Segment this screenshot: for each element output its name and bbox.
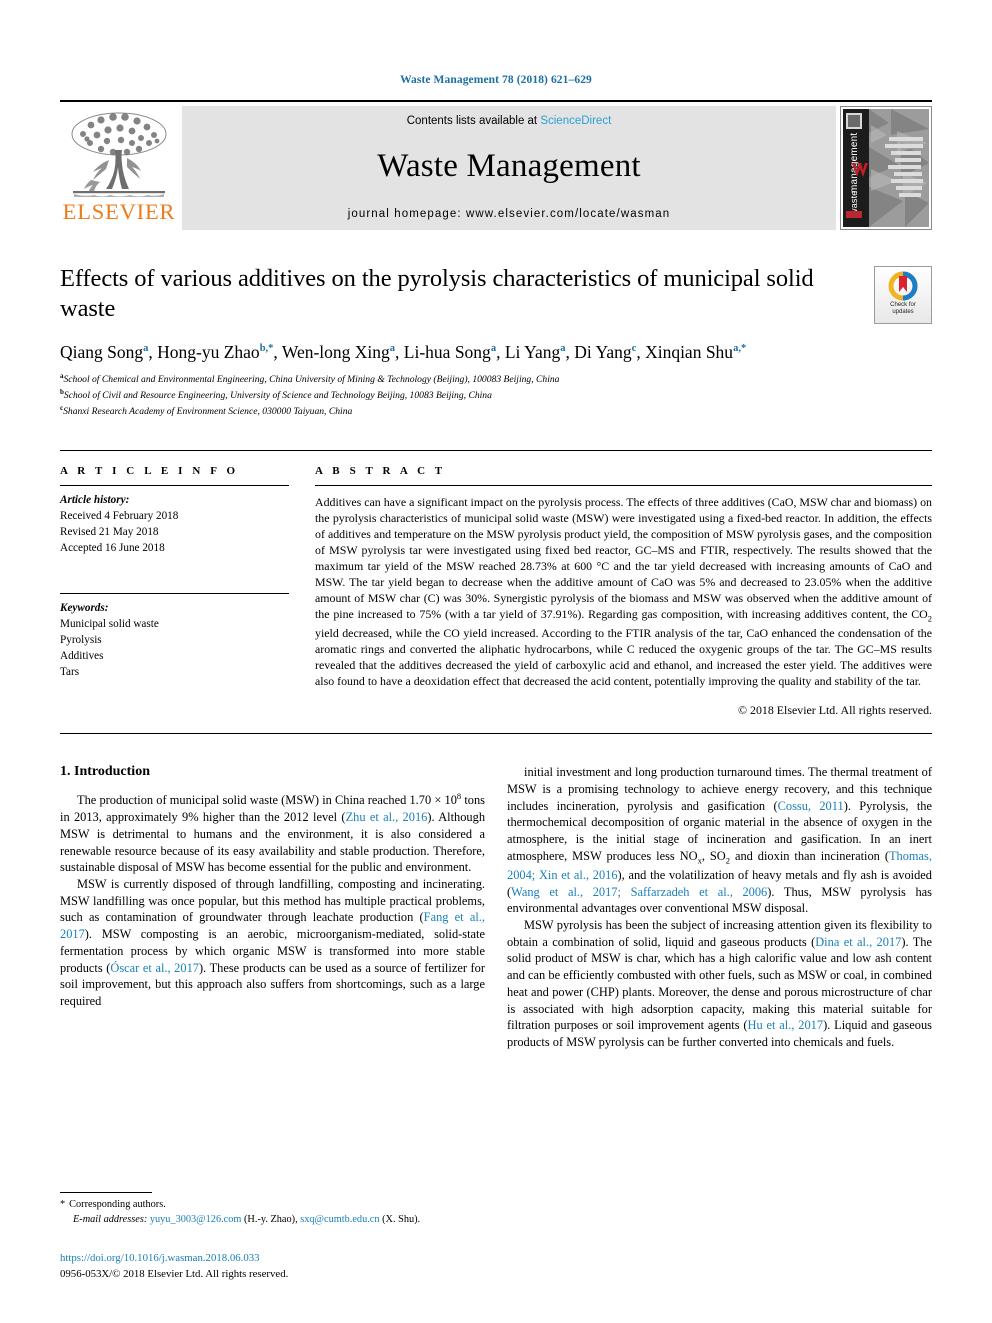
author-affiliation-marker: a <box>490 343 497 355</box>
citation-link[interactable]: Óscar et al., 2017 <box>110 961 199 975</box>
abstract-heading: A B S T R A C T <box>315 465 446 478</box>
issn-copyright-line: 0956-053X/© 2018 Elsevier Ltd. All right… <box>60 1267 289 1280</box>
journal-title: Waste Management <box>377 148 641 184</box>
citation-link[interactable]: Fang et al., 2017 <box>60 910 485 941</box>
email-addresses-note: E-mail addresses: yuyu_3003@126.com (H.-… <box>73 1213 421 1225</box>
crossmark-label: Check for updates <box>890 302 916 316</box>
paper-page: Waste Management 78 (2018) 621–629 ELSEV… <box>0 0 992 1323</box>
footnote-rule <box>60 1192 152 1193</box>
author-name: Di Yang <box>574 342 632 363</box>
elsevier-tree-icon <box>71 112 167 197</box>
affiliation-text: School of Chemical and Environmental Eng… <box>63 374 560 386</box>
article-info-column: A R T I C L E I N F O Article history: R… <box>60 465 315 718</box>
doi-block: https://doi.org/10.1016/j.wasman.2018.06… <box>60 1251 288 1282</box>
footnote-area: * Corresponding authors. E-mail addresses… <box>60 1192 492 1227</box>
author-name: Qiang Song <box>60 342 144 363</box>
paragraph: MSW pyrolysis has been the subject of in… <box>507 918 932 1050</box>
email-owner-2: (X. Shu). <box>382 1213 421 1225</box>
author-name: Hong-yu Zhao <box>157 342 260 363</box>
keywords-block: Keywords: Municipal solid waste Pyrolysi… <box>60 594 289 681</box>
corresponding-text: Corresponding authors. <box>69 1199 166 1210</box>
history-item: Accepted 16 June 2018 <box>60 542 165 555</box>
title-area: Effects of various additives on the pyro… <box>60 264 932 324</box>
journal-masthead: ELSEVIER Contents lists available at Sci… <box>60 100 932 230</box>
author-affiliation-marker: a,* <box>733 343 747 355</box>
sciencedirect-link[interactable]: ScienceDirect <box>540 115 611 127</box>
keywords-label: Keywords: <box>60 602 109 615</box>
body-column-right: initial investment and long production t… <box>507 764 932 1051</box>
affiliation-line: bSchool of Civil and Resource Engineerin… <box>60 387 932 403</box>
elsevier-wordmark: ELSEVIER <box>62 199 176 224</box>
history-item: Received 4 February 2018 <box>60 510 179 523</box>
author-affiliation-marker: a <box>389 343 396 355</box>
affiliation-list: aSchool of Chemical and Environmental En… <box>60 371 932 419</box>
affiliation-line: cShanxi Research Academy of Environment … <box>60 403 932 419</box>
keyword-item: Municipal solid waste <box>60 617 159 630</box>
author-affiliation-marker: b,* <box>259 343 274 355</box>
email-label: E-mail addresses: <box>73 1213 148 1225</box>
contents-prefix: Contents lists available at <box>406 115 541 127</box>
article-info-heading: A R T I C L E I N F O <box>60 465 239 478</box>
history-item: Revised 21 May 2018 <box>60 526 159 539</box>
crossmark-line2: updates <box>892 309 914 316</box>
running-head: Waste Management 78 (2018) 621–629 <box>400 74 592 86</box>
affiliation-line: aSchool of Chemical and Environmental En… <box>60 371 932 387</box>
author-name: Wen-long Xing <box>281 342 390 363</box>
email-owner-1: (H.-y. Zhao) <box>244 1213 296 1225</box>
journal-homepage-link[interactable]: journal homepage: www.elsevier.com/locat… <box>348 208 671 220</box>
crossmark-icon <box>888 271 918 301</box>
cover-art: waste management <box>841 107 931 229</box>
author-affiliation-marker: a <box>560 343 566 355</box>
citation-link[interactable]: Dina et al., 2017 <box>815 935 901 949</box>
paragraph: initial investment and long production t… <box>507 765 933 916</box>
author-affiliation-marker: a <box>143 343 149 355</box>
crossmark-badge[interactable]: Check for updates <box>874 266 932 324</box>
journal-cover-thumbnail: waste management <box>840 106 932 230</box>
author-affiliation-marker: c <box>631 343 637 355</box>
article-history: Article history: Received 4 February 201… <box>60 486 289 557</box>
author-name: Li-hua Song <box>403 342 491 363</box>
body-column-left: 1. Introduction The production of munici… <box>60 764 485 1051</box>
corresponding-authors-note: * Corresponding authors. <box>60 1198 492 1213</box>
article-history-label: Article history: <box>60 494 130 507</box>
author-name: Xinqian Shu <box>645 342 734 363</box>
body-columns: 1. Introduction The production of munici… <box>60 764 932 1051</box>
page-title: Effects of various additives on the pyro… <box>60 265 814 323</box>
crossmark-line1: Check for <box>890 302 916 308</box>
abstract-column: A B S T R A C T Additives can have a sig… <box>315 465 932 718</box>
section-heading-introduction: 1. Introduction <box>60 764 150 780</box>
affiliation-text: School of Civil and Resource Engineering… <box>63 390 492 402</box>
abstract-copyright: © 2018 Elsevier Ltd. All rights reserved… <box>738 703 932 718</box>
journal-banner: Contents lists available at ScienceDirec… <box>182 106 836 230</box>
author-name: Li Yang <box>504 342 561 363</box>
keyword-item: Additives <box>60 649 104 662</box>
title-text-wrap: Effects of various additives on the pyro… <box>60 264 874 324</box>
doi-link[interactable]: https://doi.org/10.1016/j.wasman.2018.06… <box>60 1251 288 1267</box>
elsevier-logo: ELSEVIER <box>60 106 178 230</box>
paragraph: MSW is currently disposed of through lan… <box>60 877 485 1009</box>
email-link-2[interactable]: sxq@cumtb.edu.cn <box>300 1214 379 1225</box>
svg-text:management: management <box>849 133 860 193</box>
citation-link[interactable]: Hu et al., 2017 <box>748 1018 824 1032</box>
affiliation-text: Shanxi Research Academy of Environment S… <box>63 406 353 418</box>
asterisk-icon: * <box>60 1199 66 1210</box>
citation-link[interactable]: Zhu et al., 2016 <box>346 810 428 824</box>
contents-list-line: Contents lists available at ScienceDirec… <box>407 115 612 127</box>
keyword-item: Tars <box>60 665 80 678</box>
keyword-item: Pyrolysis <box>60 633 102 646</box>
paragraph: The production of municipal solid waste … <box>60 791 486 875</box>
citation-link[interactable]: Cossu, 2011 <box>778 799 844 813</box>
info-abstract-block: A R T I C L E I N F O Article history: R… <box>60 450 932 718</box>
author-list: Qiang Songa, Hong-yu Zhaob,*, Wen-long X… <box>60 342 747 363</box>
citation-link[interactable]: Wang et al., 2017; Saffarzadeh et al., 2… <box>511 885 767 899</box>
abstract-text: Additives can have a significant impact … <box>315 495 932 689</box>
abstract-bottom-rule <box>60 733 932 735</box>
citation-link[interactable]: Thomas, 2004; Xin et al., 2016 <box>507 849 932 882</box>
email-link-1[interactable]: yuyu_3003@126.com <box>150 1214 242 1225</box>
